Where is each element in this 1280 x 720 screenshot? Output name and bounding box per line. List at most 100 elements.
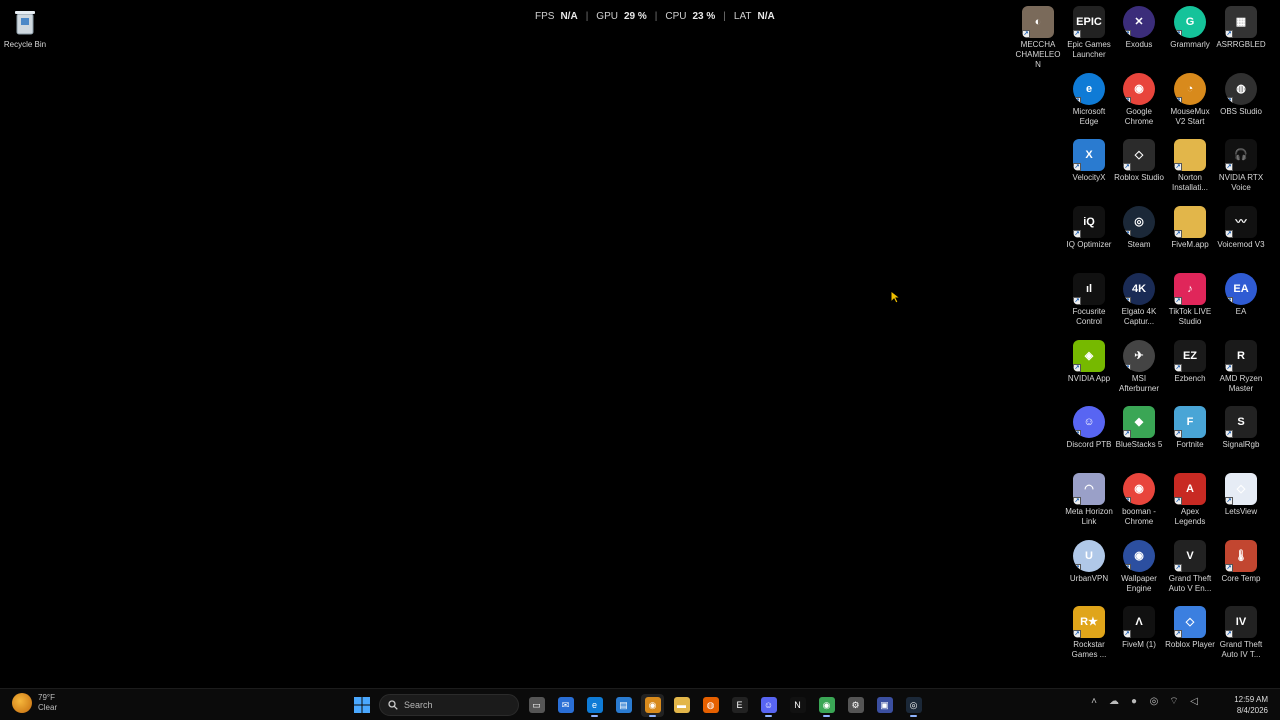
- desktop-icon-label: Norton Installati...: [1171, 173, 1208, 193]
- fps-value: N/A: [560, 10, 578, 22]
- desktop-icon-wallpaper-engine[interactable]: ◉ ↗ Wallpaper Engine: [1114, 539, 1164, 594]
- desktop-icon-recycle-bin[interactable]: Recycle Bin: [0, 6, 50, 50]
- desktop-icon-amd-ryzen[interactable]: R ↗ AMD Ryzen Master: [1216, 339, 1266, 394]
- taskbar-store-button[interactable]: ▤: [612, 694, 635, 717]
- desktop-icon-nvidia-rtx-voice[interactable]: 🎧 ↗ NVIDIA RTX Voice: [1216, 139, 1266, 193]
- desktop-icon-rockstar[interactable]: R★ ↗ Rockstar Games ...: [1064, 606, 1114, 660]
- microphone-icon[interactable]: ●: [1128, 696, 1140, 707]
- desktop-icon-urbanvpn[interactable]: U ↗ UrbanVPN: [1064, 539, 1114, 584]
- desktop-icon-velocityx[interactable]: X ↗ VelocityX: [1064, 139, 1114, 183]
- taskbar-task-view-button[interactable]: ▭: [525, 694, 548, 717]
- shortcut-arrow-icon: ↗: [1174, 163, 1182, 172]
- desktop-icon-iq-optimizer[interactable]: iQ ↗ IQ Optimizer: [1064, 206, 1114, 250]
- settings-icon: ⚙: [847, 697, 864, 713]
- desktop-icon-core-temp[interactable]: 🌡 ↗ Core Temp: [1216, 539, 1266, 584]
- taskbar-firefox-button[interactable]: ◍: [699, 694, 722, 717]
- taskbar-chrome-button[interactable]: ◉: [815, 694, 838, 717]
- desktop-icon-apex-legends[interactable]: A ↗ Apex Legends: [1165, 472, 1215, 527]
- desktop-icon-label: Discord PTB: [1066, 440, 1112, 450]
- desktop-icon-meta-horizon[interactable]: ◠ ↗ Meta Horizon Link: [1064, 472, 1114, 527]
- running-indicator: [591, 714, 598, 717]
- taskbar-discord-button[interactable]: ☺: [757, 694, 780, 717]
- start-button[interactable]: [350, 694, 373, 717]
- desktop-icon-asrock-rgb[interactable]: ▦ ↗ ASRRGBLED: [1216, 6, 1266, 50]
- meccha-chameleon-icon: ◐ ↗: [1022, 6, 1054, 38]
- desktop-icon-tiktok[interactable]: ♪ ↗ TikTok LIVE Studio: [1165, 272, 1215, 327]
- desktop-icon-mousemux[interactable]: ◔ ↗ MouseMux V2 Start: [1165, 72, 1215, 127]
- desktop-icon-epic-games[interactable]: EPIC ↗ Epic Games Launcher: [1064, 6, 1114, 60]
- desktop-icon-letsview[interactable]: ◇ ↗ LetsView: [1216, 472, 1266, 517]
- task-view-icon: ▭: [528, 697, 545, 713]
- volume-icon[interactable]: ◁: [1188, 696, 1200, 707]
- shortcut-arrow-icon: ↗: [1225, 363, 1233, 372]
- taskbar-edge-button[interactable]: e: [583, 694, 606, 717]
- desktop-icon-fivem[interactable]: Λ ↗ FiveM (1): [1114, 606, 1164, 650]
- taskbar-app-button[interactable]: ▣: [873, 694, 896, 717]
- desktop-icon-label: FiveM (1): [1122, 640, 1156, 650]
- desktop-icon-meccha-chameleon[interactable]: ◐ ↗ MECCHA CHAMELEON: [1013, 6, 1063, 70]
- shortcut-arrow-icon: ↗: [1073, 363, 1081, 372]
- wifi-icon[interactable]: ⌔: [1168, 695, 1180, 708]
- taskbar-netflix-button[interactable]: N: [786, 694, 809, 717]
- desktop-icon-edge[interactable]: e ↗ Microsoft Edge: [1064, 72, 1114, 127]
- clock-time: 12:59 AM: [1234, 695, 1268, 704]
- desktop-icon-folder[interactable]: ↗ FiveM.app: [1165, 206, 1215, 250]
- shortcut-arrow-icon: ↗: [1022, 30, 1030, 38]
- desktop-icon-bluestacks[interactable]: ◆ ↗ BlueStacks 5: [1114, 406, 1164, 450]
- desktop-icon-msi-afterburner[interactable]: ✈ ↗ MSI Afterburner: [1114, 339, 1164, 394]
- app-icon: ▣: [876, 697, 893, 713]
- desktop-icon-steam[interactable]: ◎ ↗ Steam: [1114, 206, 1164, 250]
- desktop-icon-ea[interactable]: EA ↗ EA: [1216, 272, 1266, 317]
- chevron-up-icon[interactable]: ˄: [1088, 696, 1100, 707]
- desktop-icon-gta-iv[interactable]: IV ↗ Grand Theft Auto IV T...: [1216, 606, 1266, 660]
- store-icon: ▤: [615, 697, 632, 713]
- desktop-icon-grammarly[interactable]: G ↗ Grammarly: [1165, 6, 1215, 50]
- desktop-icon-focusrite[interactable]: ıl ↗ Focusrite Control: [1064, 272, 1114, 327]
- desktop-icon-folder[interactable]: ↗ Norton Installati...: [1165, 139, 1215, 193]
- desktop-icon-label: LetsView: [1224, 506, 1258, 516]
- grammarly-icon: G ↗: [1174, 6, 1206, 38]
- taskbar-mail-button[interactable]: ✉: [554, 694, 577, 717]
- netflix-icon: N: [789, 697, 806, 713]
- taskbar-apps: Search ▭ ✉ e ▤ ◉ ▬ ◍ E ☺ N ◉ ⚙ ▣ ◎: [350, 693, 925, 717]
- desktop-icon-gta-v[interactable]: V ↗ Grand Theft Auto V En...: [1165, 539, 1215, 594]
- lat-value: N/A: [757, 10, 775, 22]
- desktop-icon-elgato-4k[interactable]: 4K ↗ Elgato 4K Captur...: [1114, 272, 1164, 327]
- clock[interactable]: 12:59 AM 8/4/2026: [1234, 694, 1268, 716]
- desktop-icon-obs[interactable]: ◍ ↗ OBS Studio: [1216, 72, 1266, 117]
- taskbar-search[interactable]: Search: [379, 694, 519, 716]
- taskbar-epic-games-button[interactable]: E: [728, 694, 751, 717]
- desktop-icon-label: Apex Legends: [1174, 506, 1206, 526]
- taskbar-steam-button[interactable]: ◎: [902, 694, 925, 717]
- taskbar-chrome-canary-button[interactable]: ◉: [641, 693, 664, 717]
- desktop-icon-voicemod[interactable]: 〰 ↗ Voicemod V3: [1216, 206, 1266, 250]
- taskbar-settings-button[interactable]: ⚙: [844, 694, 867, 717]
- desktop-icon-roblox-player[interactable]: ◇ ↗ Roblox Player: [1165, 606, 1215, 650]
- performance-overlay: FPS N/A | GPU 29 % | CPU 23 % | LAT N/A: [535, 10, 775, 22]
- desktop-icon-exodus[interactable]: ✕ ↗ Exodus: [1114, 6, 1164, 50]
- desktop-icon-chrome[interactable]: ◉ ↗ booman - Chrome: [1114, 472, 1164, 527]
- desktop[interactable]: FPS N/A | GPU 29 % | CPU 23 % | LAT N/A …: [0, 0, 1280, 688]
- weather-widget[interactable]: 79°F Clear: [12, 693, 57, 713]
- roblox-player-icon: ◇ ↗: [1174, 606, 1206, 639]
- desktop-icon-label: EA: [1235, 306, 1247, 316]
- desktop-icon-fortnite[interactable]: F ↗ Fortnite: [1165, 406, 1215, 450]
- taskbar-file-explorer-button[interactable]: ▬: [670, 694, 693, 717]
- desktop-icon-label: Wallpaper Engine: [1121, 573, 1157, 593]
- desktop-icon-discord[interactable]: ☺ ↗ Discord PTB: [1064, 406, 1114, 450]
- vpn-icon[interactable]: ◎: [1148, 696, 1160, 707]
- firefox-icon: ◍: [702, 697, 719, 713]
- desktop-icon-signalrgb[interactable]: S ↗ SignalRgb: [1216, 406, 1266, 450]
- recycle-bin-icon: [9, 6, 41, 38]
- desktop-icon-roblox-studio[interactable]: ◇ ↗ Roblox Studio: [1114, 139, 1164, 183]
- shortcut-arrow-icon: ↗: [1225, 563, 1233, 572]
- overlay-separator: |: [585, 10, 589, 22]
- running-indicator: [649, 714, 656, 717]
- obs-icon: ◍ ↗: [1225, 72, 1257, 105]
- desktop-icon-ezbench[interactable]: EZ ↗ Ezbench: [1165, 339, 1215, 384]
- search-placeholder: Search: [404, 700, 433, 710]
- onedrive-icon[interactable]: ☁: [1108, 696, 1120, 707]
- desktop-icon-chrome[interactable]: ◉ ↗ Google Chrome: [1114, 72, 1164, 127]
- desktop-icon-nvidia-app[interactable]: ◈ ↗ NVIDIA App: [1064, 339, 1114, 384]
- shortcut-arrow-icon: ↗: [1123, 563, 1131, 572]
